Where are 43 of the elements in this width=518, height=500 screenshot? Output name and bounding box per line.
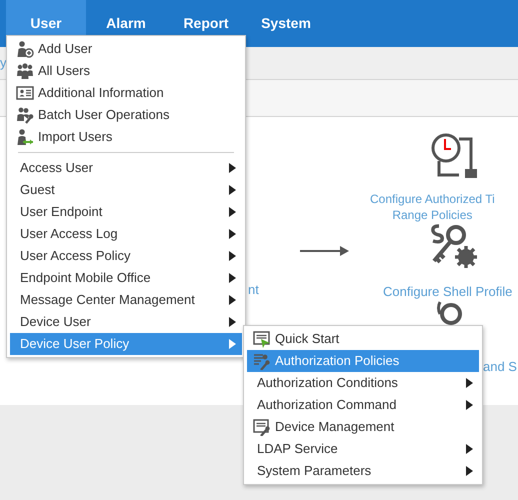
device-wrench-icon xyxy=(253,418,271,436)
menu-item[interactable]: Authorization Conditions xyxy=(247,372,479,394)
submenu-arrow-icon xyxy=(229,317,236,327)
menu-item[interactable]: LDAP Service xyxy=(247,438,479,460)
menu-item[interactable]: All Users xyxy=(10,60,242,82)
menu-item[interactable]: Message Center Management xyxy=(10,289,242,311)
menu-item[interactable]: Device Management xyxy=(247,416,479,438)
submenu-arrow-icon xyxy=(229,229,236,239)
menu-item[interactable]: Authorization Command xyxy=(247,394,479,416)
nav-tab[interactable]: System xyxy=(246,0,326,47)
menu-item[interactable]: Endpoint Mobile Office xyxy=(10,267,242,289)
add-user-icon xyxy=(16,40,34,58)
users-icon xyxy=(16,62,34,80)
clock-plug-icon xyxy=(430,133,480,179)
import-user-icon xyxy=(16,128,34,146)
menu-item[interactable]: User Access Log xyxy=(10,223,242,245)
key-icon xyxy=(436,300,464,325)
menu-item[interactable]: Device User xyxy=(10,311,242,333)
screen-cursor-icon xyxy=(253,330,271,348)
submenu-arrow-icon xyxy=(229,185,236,195)
submenu-arrow-icon xyxy=(229,207,236,217)
submenu-arrow-icon xyxy=(229,339,236,349)
menu-item[interactable]: System Parameters xyxy=(247,460,479,482)
menu-item[interactable]: Guest xyxy=(10,179,242,201)
menu-item[interactable]: Access User xyxy=(10,157,242,179)
menu-item[interactable]: User Endpoint xyxy=(10,201,242,223)
submenu-arrow-icon xyxy=(229,163,236,173)
menu-item[interactable]: Quick Start xyxy=(247,328,479,350)
menu-item[interactable]: Batch User Operations xyxy=(10,104,242,126)
id-card-icon xyxy=(16,84,34,102)
submenu-arrow-icon xyxy=(466,444,473,454)
submenu-arrow-icon xyxy=(229,273,236,283)
submenu-arrow-icon xyxy=(466,378,473,388)
submenu-arrow-icon xyxy=(466,400,473,410)
submenu-arrow-icon xyxy=(229,251,236,261)
menu-item[interactable]: Import Users xyxy=(10,126,242,148)
flow-arrow xyxy=(300,245,350,257)
menu-item[interactable]: User Access Policy xyxy=(10,245,242,267)
submenu-arrow-icon xyxy=(229,295,236,305)
users-wrench-icon xyxy=(16,106,34,124)
list-wrench-icon xyxy=(253,352,271,370)
key-gear-icon xyxy=(430,223,480,271)
submenu-arrow-icon xyxy=(466,466,473,476)
